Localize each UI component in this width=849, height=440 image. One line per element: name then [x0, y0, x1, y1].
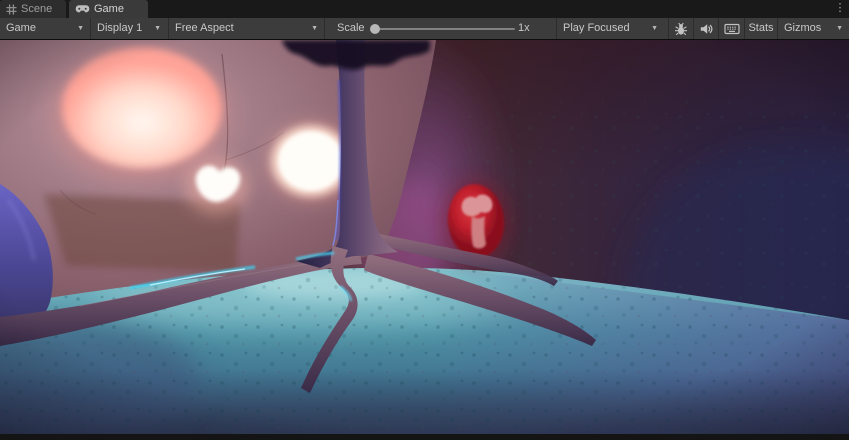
gizmos-dropdown[interactable]: Gizmos ▼	[778, 18, 849, 39]
scale-slider[interactable]	[372, 28, 515, 30]
tab-scene[interactable]: Scene	[0, 0, 66, 18]
display-dropdown[interactable]: Display 1 ▼	[91, 18, 167, 39]
stats-button[interactable]: Stats	[745, 18, 777, 39]
chevron-down-icon: ▼	[836, 18, 843, 39]
play-focused-dropdown[interactable]: Play Focused ▼	[557, 18, 664, 39]
aspect-label: Free Aspect	[169, 22, 234, 34]
bug-icon	[674, 22, 688, 36]
aspect-ratio-dropdown[interactable]: Free Aspect ▼	[169, 18, 324, 39]
tab-scene-label: Scene	[21, 3, 52, 15]
window-bottom-edge	[0, 434, 849, 440]
chevron-down-icon: ▼	[311, 18, 318, 39]
tab-overflow-menu-icon[interactable]: ⋮	[833, 0, 847, 18]
game-render-scene	[0, 40, 849, 434]
play-focused-label: Play Focused	[557, 22, 630, 34]
chevron-down-icon: ▼	[77, 18, 84, 39]
game-view-toolbar: Game ▼ Display 1 ▼ Free Aspect ▼ Scale 1…	[0, 18, 849, 40]
grid-icon	[6, 4, 17, 15]
display-label: Display 1	[91, 22, 142, 34]
tab-game[interactable]: Game	[69, 0, 148, 18]
keyboard-shortcuts-button[interactable]	[719, 18, 744, 39]
scale-slider-knob[interactable]	[370, 24, 380, 34]
tab-game-label: Game	[94, 3, 124, 15]
game-target-label: Game	[0, 22, 36, 34]
tab-bar: Scene Game ⋮	[0, 0, 849, 18]
chevron-down-icon: ▼	[154, 18, 161, 39]
speaker-icon	[699, 22, 713, 36]
keyboard-icon	[724, 23, 740, 35]
chevron-down-icon: ▼	[651, 18, 658, 39]
game-viewport[interactable]	[0, 40, 849, 434]
scale-label: Scale	[337, 18, 365, 39]
unity-game-view-window: Scene Game ⋮ Game ▼ Display 1 ▼ Free Asp…	[0, 0, 849, 440]
gizmos-label: Gizmos	[778, 22, 821, 34]
gamepad-icon	[75, 4, 90, 14]
scale-value: 1x	[518, 18, 530, 39]
game-target-dropdown[interactable]: Game ▼	[0, 18, 90, 39]
debug-bug-button[interactable]	[669, 18, 693, 39]
toolbar-separator	[324, 18, 325, 39]
scene-vignette	[0, 40, 849, 434]
mute-audio-button[interactable]	[694, 18, 718, 39]
